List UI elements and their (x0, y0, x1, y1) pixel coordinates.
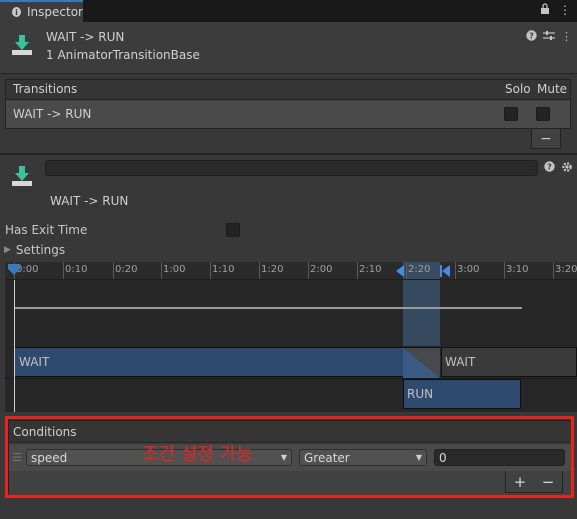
divider (0, 153, 577, 155)
tab-label: Inspector (27, 5, 83, 19)
tick-label: 0:20 (115, 264, 138, 275)
transition-row[interactable]: WAIT -> RUN (6, 101, 570, 128)
svg-text:?: ? (547, 163, 552, 172)
sliders-icon[interactable] (543, 30, 555, 44)
destination-state-bar[interactable]: RUN (403, 379, 521, 409)
solo-label: Solo (505, 82, 531, 96)
transitions-header: Transitions Solo Mute (6, 80, 570, 100)
header-icons: ? ⋮ (526, 30, 572, 44)
tick-label: 1:20 (261, 264, 284, 275)
mute-checkbox[interactable] (536, 107, 550, 121)
transitions-header-label: Transitions (13, 82, 78, 96)
annotation-text: 조건 설정 가능 (142, 444, 253, 465)
inspector-header: WAIT -> RUN 1 AnimatorTransitionBase ? ⋮ (0, 22, 577, 74)
svg-text:?: ? (529, 32, 534, 41)
timeline-track[interactable]: WAIT WAIT RUN (5, 280, 577, 412)
next-loop-label: WAIT (445, 355, 476, 369)
next-loop-bar: WAIT (441, 347, 577, 377)
timeline-ruler[interactable]: 0:00 0:10 0:20 1:00 1:10 1:20 2:00 2:10 … (5, 262, 577, 280)
transition-range-column (403, 280, 440, 346)
tick-label: 1:00 (163, 264, 186, 275)
window-controls: ⋮ (540, 3, 571, 18)
tick-label: 3:10 (506, 264, 529, 275)
settings-label: Settings (15, 243, 66, 257)
transition-icon (10, 33, 34, 57)
tab-bar: i Inspector ⋮ (0, 0, 577, 22)
tick-label: 2:20 (408, 264, 431, 275)
weight-curve-line (14, 307, 522, 309)
lock-icon[interactable] (540, 3, 550, 18)
header-subtitle: 1 AnimatorTransitionBase (46, 48, 200, 62)
info-icon: i (12, 7, 22, 17)
transition-name-field[interactable] (45, 160, 538, 176)
header-title: WAIT -> RUN (46, 30, 125, 44)
help-icon[interactable]: ? (526, 30, 537, 44)
tick-label: 1:10 (212, 264, 235, 275)
tab-inspector[interactable]: i Inspector (0, 0, 83, 22)
source-state-label: WAIT (19, 355, 50, 369)
highlight-frame (5, 416, 574, 498)
menu-icon[interactable]: ⋮ (559, 3, 571, 18)
transitions-list: Transitions Solo Mute WAIT -> RUN (5, 79, 571, 129)
mute-label: Mute (537, 82, 568, 96)
has-exit-time-label: Has Exit Time (5, 223, 88, 237)
solo-checkbox[interactable] (504, 107, 518, 121)
editor-title: WAIT -> RUN (50, 194, 129, 208)
transition-row-label: WAIT -> RUN (13, 107, 92, 121)
transition-editor-icon (10, 164, 34, 188)
remove-transition-button[interactable]: − (531, 129, 561, 149)
transition-start-marker-icon[interactable] (394, 265, 404, 279)
settings-icon[interactable] (561, 161, 573, 176)
destination-state-label: RUN (407, 387, 434, 401)
tick-label: 3:00 (457, 264, 480, 275)
playhead-marker-icon[interactable] (8, 264, 20, 279)
has-exit-time-checkbox[interactable] (226, 223, 240, 237)
playhead-line (14, 280, 15, 412)
transition-end-marker-icon[interactable] (440, 265, 450, 279)
more-icon[interactable]: ⋮ (561, 30, 572, 44)
settings-foldout[interactable]: ▶ Settings (4, 243, 65, 257)
tick-label: 0:10 (65, 264, 88, 275)
tick-label: 2:10 (359, 264, 382, 275)
foldout-arrow-icon: ▶ (4, 245, 11, 255)
source-state-bar[interactable]: WAIT (14, 347, 440, 378)
tick-label: 2:00 (310, 264, 333, 275)
tick-label: 3:20 (555, 264, 577, 275)
help-icon[interactable]: ? (544, 161, 555, 176)
editor-icons: ? (544, 161, 573, 176)
